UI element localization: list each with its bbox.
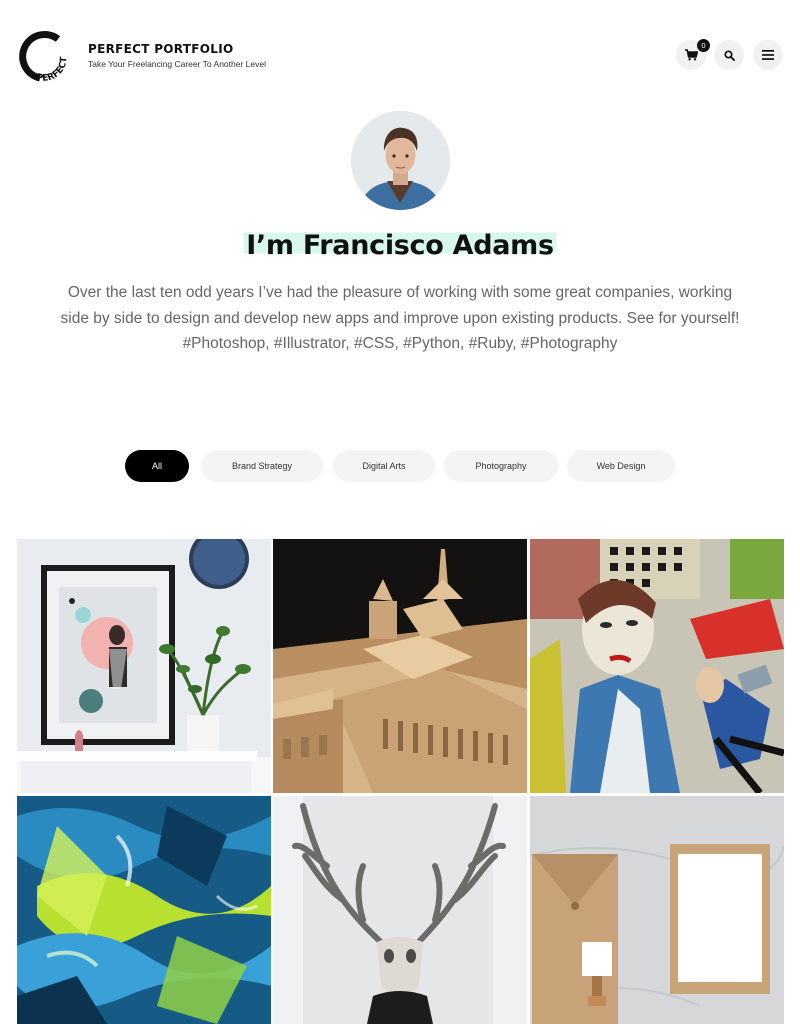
filter-photography[interactable]: Photography <box>444 450 558 482</box>
portfolio-filters: All Brand Strategy Digital Arts Photogra… <box>0 450 800 482</box>
cart-icon <box>684 49 698 61</box>
filter-all[interactable]: All <box>125 450 189 482</box>
search-icon <box>723 49 735 61</box>
skill-tags: #Photoshop, #Illustrator, #CSS, #Python,… <box>182 335 618 352</box>
profile-headline: I’m Francisco Adams <box>244 229 556 263</box>
portfolio-item-framed-poster[interactable] <box>17 539 271 793</box>
bio-text: Over the last ten odd years I’ve had the… <box>60 284 740 327</box>
brand-logo[interactable]: PERFECT <box>18 29 74 85</box>
logo-text: PERFECT <box>35 56 69 84</box>
portfolio-grid <box>17 539 784 1024</box>
filter-web-design[interactable]: Web Design <box>567 450 675 482</box>
portfolio-item-stationery-mockup[interactable] <box>530 796 784 1024</box>
site-tagline: Take Your Freelancing Career To Another … <box>88 59 266 69</box>
filter-digital-arts[interactable]: Digital Arts <box>333 450 435 482</box>
svg-text:PERFECT: PERFECT <box>35 56 69 84</box>
menu-button[interactable] <box>753 40 783 70</box>
cart-count-badge: 0 <box>697 39 710 52</box>
site-header: PERFECT PERFECT PORTFOLIO Take Your Free… <box>0 0 800 112</box>
filter-brand-strategy[interactable]: Brand Strategy <box>201 450 323 482</box>
portfolio-item-deer-skull[interactable] <box>273 796 527 1024</box>
menu-icon <box>762 50 774 60</box>
portfolio-item-architecture-model[interactable] <box>273 539 527 793</box>
search-button[interactable] <box>714 40 744 70</box>
brand-block[interactable]: PERFECT PORTFOLIO Take Your Freelancing … <box>88 42 266 69</box>
portfolio-item-cubist-painting[interactable] <box>530 539 784 793</box>
site-title[interactable]: PERFECT PORTFOLIO <box>88 42 266 56</box>
portfolio-item-abstract-paint[interactable] <box>17 796 271 1024</box>
headline-row: I’m Francisco Adams <box>0 229 800 263</box>
profile-avatar <box>351 111 450 210</box>
profile-bio: Over the last ten odd years I’ve had the… <box>60 280 740 357</box>
